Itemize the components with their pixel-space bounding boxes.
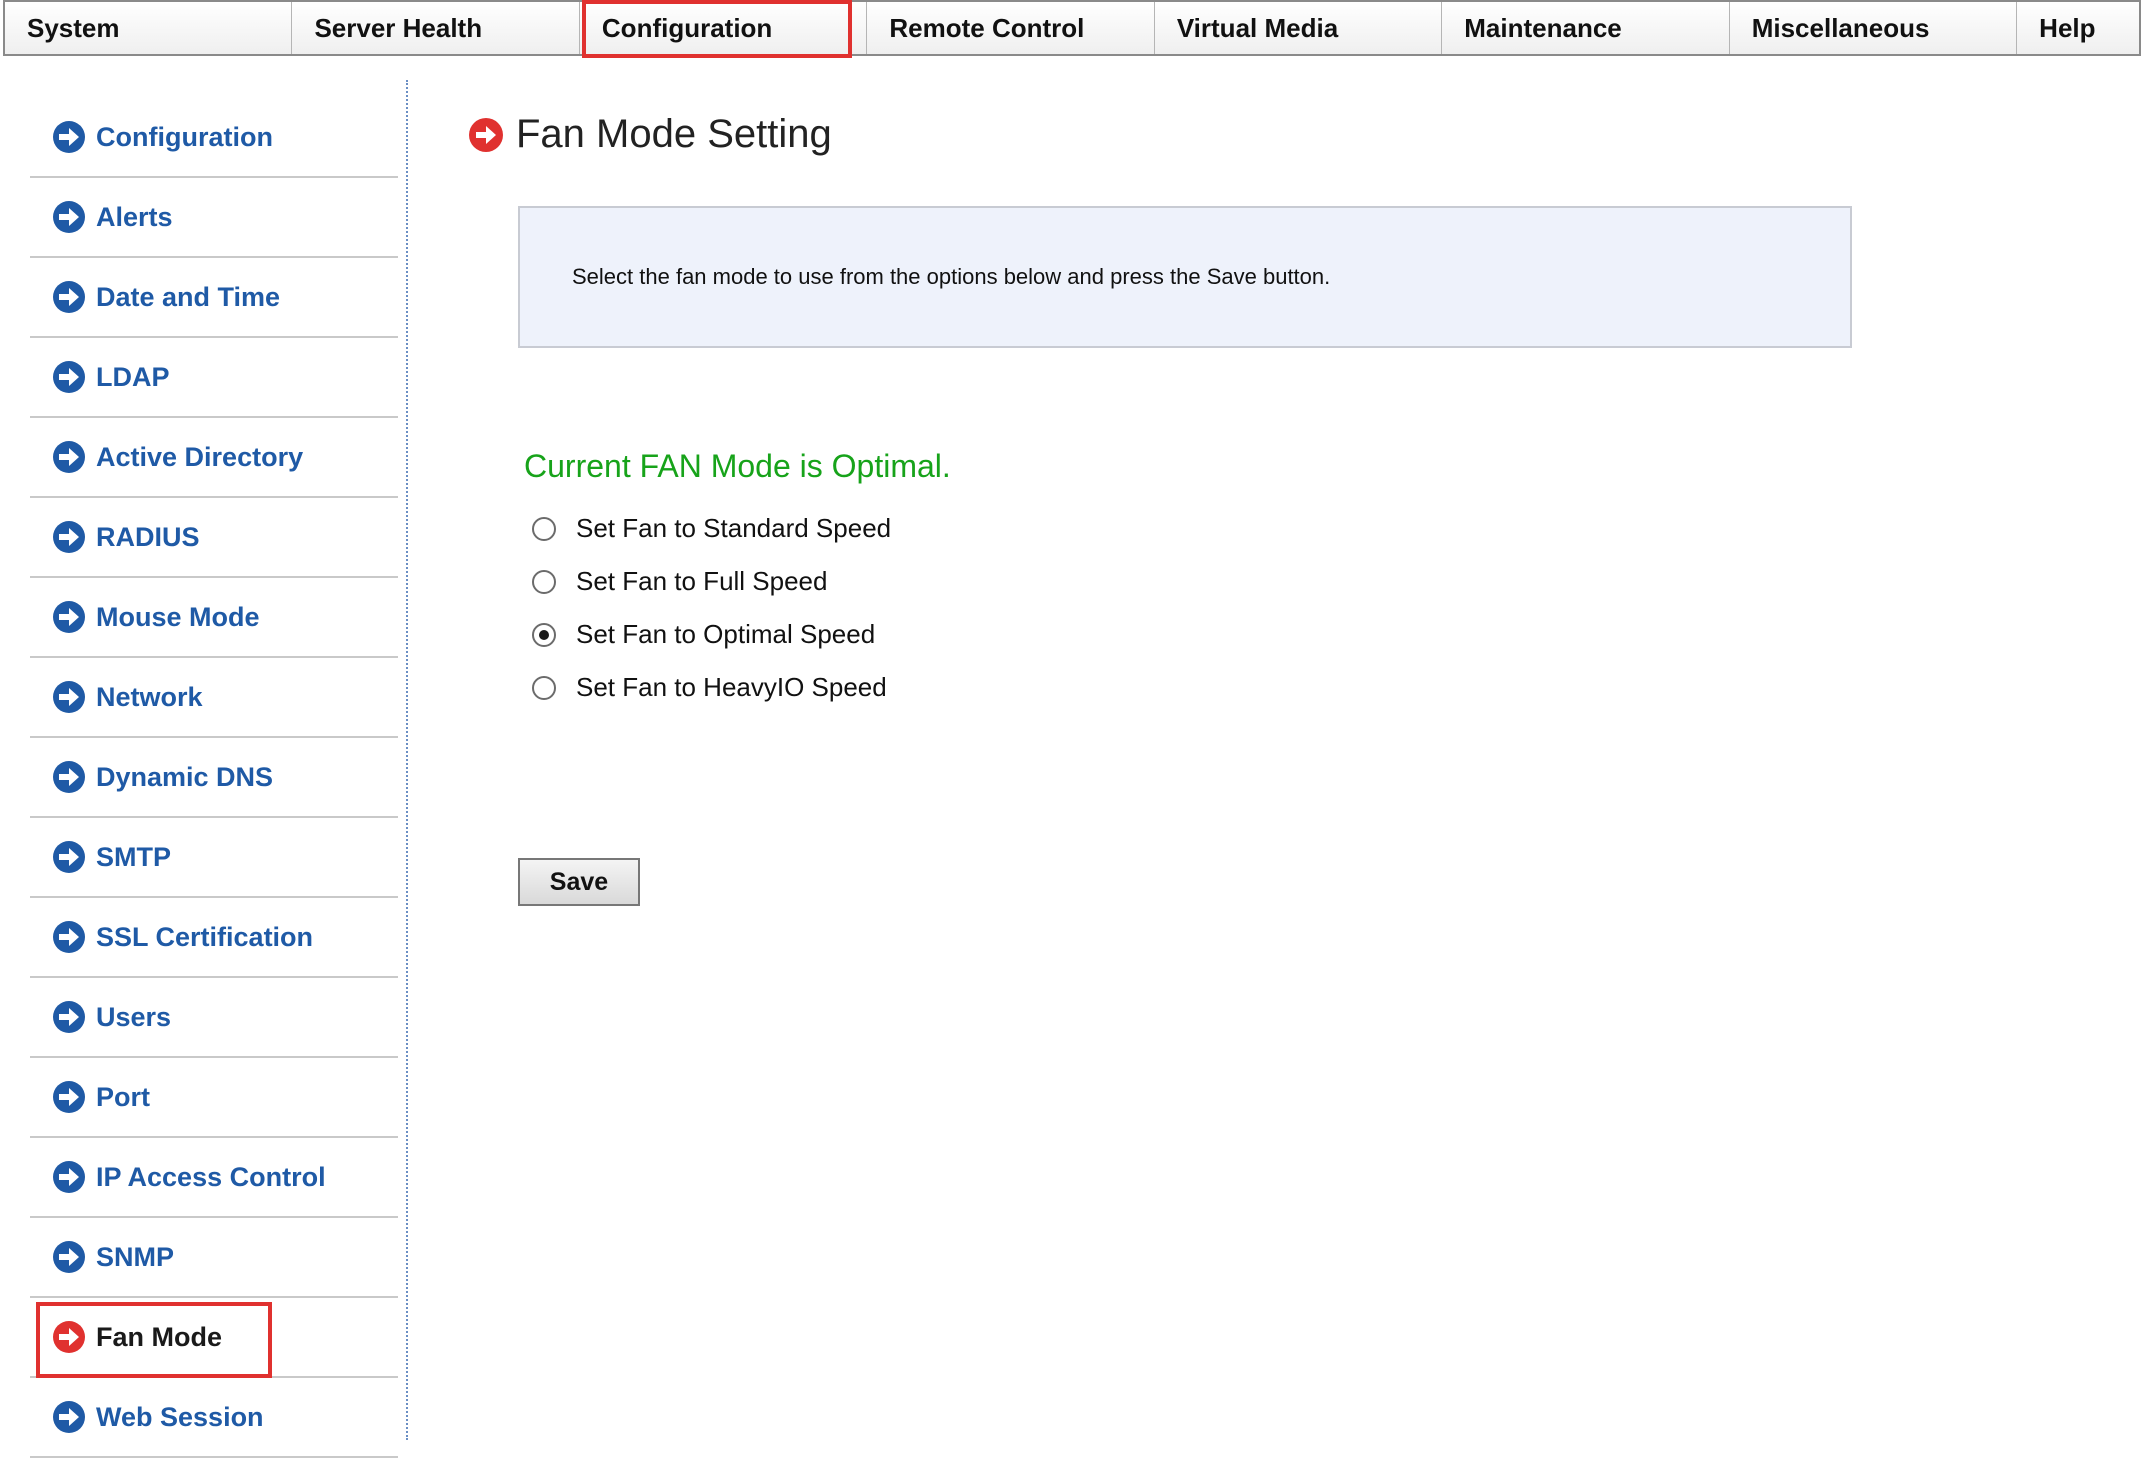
arrow-right-circle-icon [53,841,85,873]
tab-virtual-media[interactable]: Virtual Media [1155,2,1443,54]
top-nav-bar: System Server Health Configuration Remot… [3,0,2141,58]
sidebar-item-label: LDAP [96,361,170,392]
sidebar-item-label: Mouse Mode [96,601,260,632]
main-content: Fan Mode Setting Select the fan mode to … [468,112,1852,906]
sidebar-item-smtp[interactable]: SMTP [30,818,398,898]
current-fan-mode-status: Current FAN Mode is Optimal. [524,448,951,484]
sidebar-item-alerts[interactable]: Alerts [30,178,398,258]
arrow-right-circle-icon [53,121,85,153]
radio-button[interactable] [532,675,556,700]
sidebar-item-ssl-certification[interactable]: SSL Certification [30,898,398,978]
tab-remote-control[interactable]: Remote Control [867,2,1155,54]
sidebar-item-label: Port [96,1081,150,1112]
sidebar-item-configuration[interactable]: Configuration [30,98,398,178]
arrow-right-circle-red-icon [469,117,503,152]
tab-label: Virtual Media [1176,12,1339,43]
arrow-right-circle-icon [53,281,85,313]
arrow-right-circle-icon [53,1161,85,1193]
sidebar-item-ip-access-control[interactable]: IP Access Control [30,1138,398,1218]
radio-button[interactable] [532,622,556,647]
tab-system[interactable]: System [5,2,293,54]
sidebar-item-label: Network [96,681,203,712]
fan-option-heavyio[interactable]: Set Fan to HeavyIO Speed [532,661,891,714]
arrow-right-circle-icon [53,521,85,553]
sidebar-item-label: SNMP [96,1241,175,1272]
arrow-right-circle-icon [53,361,85,393]
sidebar-item-radius[interactable]: RADIUS [30,498,398,578]
sidebar-divider [406,80,408,1440]
save-button[interactable]: Save [518,858,640,906]
sidebar-item-label: Configuration [96,121,273,152]
tab-label: Configuration [601,12,773,43]
sidebar-item-label: RADIUS [96,521,200,552]
sidebar: Configuration Alerts Date and Time LDAP Acti… [30,98,398,1458]
sidebar-item-users[interactable]: Users [30,978,398,1058]
sidebar-item-label: Active Directory [96,441,304,472]
tab-server-health[interactable]: Server Health [292,2,580,54]
fan-option-standard[interactable]: Set Fan to Standard Speed [532,502,891,555]
tab-configuration[interactable]: Configuration [580,0,868,58]
radio-label: Set Fan to Standard Speed [576,513,892,543]
fan-mode-options: Set Fan to Standard Speed Set Fan to Ful… [532,502,891,714]
sidebar-item-ldap[interactable]: LDAP [30,338,398,418]
tab-label: Help [2039,12,2096,43]
sidebar-item-label: Users [96,1001,172,1032]
radio-button[interactable] [532,569,556,594]
arrow-right-circle-icon [53,1241,85,1273]
arrow-right-circle-icon [53,921,85,953]
sidebar-item-label: SSL Certification [96,921,314,952]
sidebar-item-active-directory[interactable]: Active Directory [30,418,398,498]
info-box: Select the fan mode to use from the opti… [518,206,1852,348]
arrow-right-circle-icon [53,601,85,633]
tab-label: Maintenance [1464,12,1622,43]
sidebar-item-label: IP Access Control [96,1161,326,1192]
tab-maintenance[interactable]: Maintenance [1442,2,1730,54]
sidebar-item-label: Dynamic DNS [96,761,274,792]
sidebar-item-fan-mode[interactable]: Fan Mode [30,1298,398,1378]
arrow-right-circle-icon [53,441,85,473]
sidebar-item-date-and-time[interactable]: Date and Time [30,258,398,338]
sidebar-item-mouse-mode[interactable]: Mouse Mode [30,578,398,658]
arrow-right-circle-icon [53,761,85,793]
arrow-right-circle-icon [53,1401,85,1433]
tab-label: Server Health [314,12,483,43]
fan-option-optimal[interactable]: Set Fan to Optimal Speed [532,608,891,661]
page-title-text: Fan Mode Setting [516,112,832,156]
sidebar-item-label: Alerts [96,201,173,232]
sidebar-item-web-session[interactable]: Web Session [30,1378,398,1458]
arrow-right-circle-icon [53,1001,85,1033]
arrow-right-circle-red-icon [53,1321,85,1353]
arrow-right-circle-icon [53,681,85,713]
sidebar-item-port[interactable]: Port [30,1058,398,1138]
arrow-right-circle-icon [53,1081,85,1113]
sidebar-item-label: Fan Mode [96,1321,222,1352]
tab-label: Remote Control [889,12,1085,43]
tab-miscellaneous[interactable]: Miscellaneous [1730,2,2018,54]
tab-label: System [27,12,120,43]
tab-label: Miscellaneous [1751,12,1930,43]
sidebar-item-snmp[interactable]: SNMP [30,1218,398,1298]
arrow-right-circle-icon [53,201,85,233]
radio-label: Set Fan to Optimal Speed [576,619,876,649]
page-title: Fan Mode Setting [468,112,832,157]
fan-option-full[interactable]: Set Fan to Full Speed [532,555,891,608]
radio-button[interactable] [532,516,556,541]
sidebar-item-label: Date and Time [96,281,281,312]
sidebar-item-label: Web Session [96,1401,264,1432]
tab-help[interactable]: Help [2017,2,2139,54]
info-text: Select the fan mode to use from the opti… [572,264,1331,289]
radio-label: Set Fan to HeavyIO Speed [576,672,887,702]
sidebar-item-network[interactable]: Network [30,658,398,738]
sidebar-item-label: SMTP [96,841,172,872]
sidebar-item-dynamic-dns[interactable]: Dynamic DNS [30,738,398,818]
radio-label: Set Fan to Full Speed [576,566,828,596]
